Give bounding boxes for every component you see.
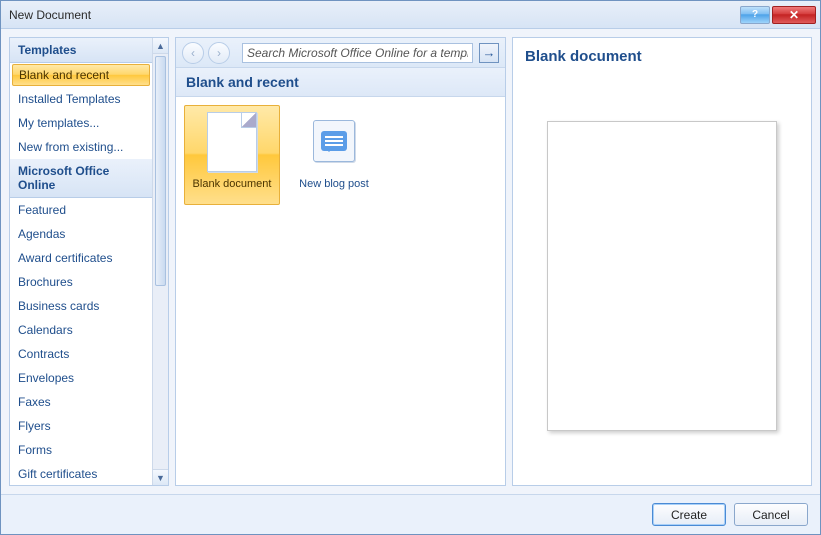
sidebar-item-contracts[interactable]: Contracts [10, 342, 152, 366]
sidebar-item-calendars[interactable]: Calendars [10, 318, 152, 342]
preview-title: Blank document [525, 48, 799, 65]
back-button[interactable]: ‹ [182, 42, 204, 64]
preview-panel: Blank document [512, 37, 812, 486]
speech-bubble-icon [321, 131, 347, 151]
template-new-blog-post[interactable]: New blog post [286, 105, 382, 205]
template-label: Blank document [193, 178, 272, 190]
search-go-button[interactable]: → [479, 43, 499, 63]
titlebar: New Document ? ✕ [1, 1, 820, 29]
window-title: New Document [9, 8, 738, 22]
sidebar-item-gift-certificates[interactable]: Gift certificates [10, 462, 152, 485]
template-label: New blog post [299, 178, 369, 190]
sidebar-header-office-online: Microsoft Office Online [10, 159, 152, 198]
cancel-button[interactable]: Cancel [734, 503, 808, 526]
sidebar-item-flyers[interactable]: Flyers [10, 414, 152, 438]
window-buttons: ? ✕ [738, 6, 816, 24]
search-box [242, 43, 473, 63]
search-toolbar: ‹ › → [176, 38, 505, 68]
create-button[interactable]: Create [652, 503, 726, 526]
preview-page-icon [547, 121, 777, 431]
new-document-dialog: New Document ? ✕ Templates Blank and rec… [0, 0, 821, 535]
sidebar-item-new-from-existing[interactable]: New from existing... [10, 135, 152, 159]
template-grid: Blank document New blog post [176, 97, 505, 485]
scroll-thumb[interactable] [155, 56, 166, 286]
sidebar-item-agendas[interactable]: Agendas [10, 222, 152, 246]
document-icon [207, 112, 257, 172]
templates-panel: ‹ › → Blank and recent Blank document [175, 37, 506, 486]
close-button[interactable]: ✕ [772, 6, 816, 24]
preview-area [525, 81, 799, 475]
sidebar-item-award-certificates[interactable]: Award certificates [10, 246, 152, 270]
forward-button[interactable]: › [208, 42, 230, 64]
sidebar-item-installed-templates[interactable]: Installed Templates [10, 87, 152, 111]
sidebar-item-blank-recent[interactable]: Blank and recent [12, 64, 150, 86]
back-icon: ‹ [191, 46, 195, 60]
sidebar-item-business-cards[interactable]: Business cards [10, 294, 152, 318]
template-blank-document[interactable]: Blank document [184, 105, 280, 205]
sidebar: Templates Blank and recent Installed Tem… [9, 37, 169, 486]
scroll-up-icon[interactable]: ▲ [153, 38, 168, 54]
sidebar-header-templates: Templates [10, 38, 152, 63]
sidebar-item-faxes[interactable]: Faxes [10, 390, 152, 414]
sidebar-item-my-templates[interactable]: My templates... [10, 111, 152, 135]
dialog-body: Templates Blank and recent Installed Tem… [1, 29, 820, 494]
sidebar-item-envelopes[interactable]: Envelopes [10, 366, 152, 390]
blog-post-icon [313, 120, 355, 162]
sidebar-item-forms[interactable]: Forms [10, 438, 152, 462]
scroll-track[interactable] [153, 54, 168, 469]
arrow-right-icon: → [483, 45, 496, 60]
sidebar-item-brochures[interactable]: Brochures [10, 270, 152, 294]
help-button[interactable]: ? [740, 6, 770, 24]
dialog-footer: Create Cancel [1, 494, 820, 534]
sidebar-item-featured[interactable]: Featured [10, 198, 152, 222]
section-header: Blank and recent [176, 68, 505, 97]
sidebar-content: Templates Blank and recent Installed Tem… [10, 38, 152, 485]
search-input[interactable] [243, 46, 472, 60]
forward-icon: › [217, 46, 221, 60]
scroll-down-icon[interactable]: ▼ [153, 469, 168, 485]
sidebar-scrollbar[interactable]: ▲ ▼ [152, 38, 168, 485]
